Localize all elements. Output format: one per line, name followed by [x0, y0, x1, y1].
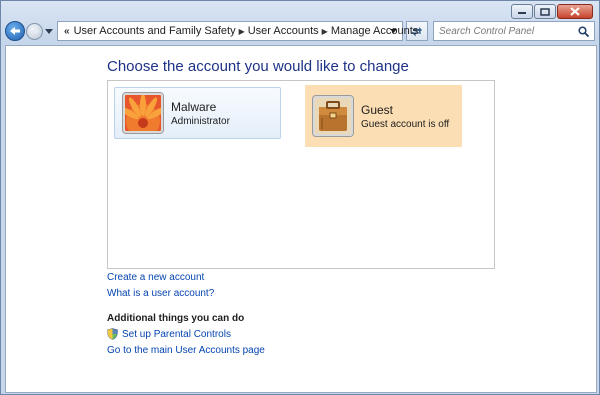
window-frame: « User Accounts and Family Safety ▶ User… [0, 0, 600, 395]
address-dropdown-button[interactable] [384, 22, 402, 40]
parental-controls-row[interactable]: Set up Parental Controls [107, 328, 231, 340]
flower-avatar-icon [125, 95, 161, 131]
caption-buttons [510, 4, 593, 19]
breadcrumb-separator-icon[interactable]: ▶ [322, 27, 328, 36]
breadcrumb-overflow[interactable]: « [64, 26, 70, 37]
main-user-accounts-link[interactable]: Go to the main User Accounts page [107, 345, 265, 356]
avatar [123, 93, 163, 133]
shield-icon [107, 328, 118, 340]
create-account-link[interactable]: Create a new account [107, 272, 204, 283]
recent-pages-button[interactable] [44, 26, 54, 36]
what-is-user-account-link[interactable]: What is a user account? [107, 288, 214, 299]
accounts-panel: Malware Administrator Guest Guest accoun… [107, 80, 495, 269]
back-arrow-icon [10, 27, 20, 35]
maximize-icon [540, 7, 550, 16]
address-bar[interactable]: « User Accounts and Family Safety ▶ User… [57, 21, 418, 41]
account-role: Administrator [171, 115, 230, 127]
search-box[interactable] [433, 21, 595, 41]
account-tile-malware[interactable]: Malware Administrator [114, 87, 281, 139]
parental-controls-link[interactable]: Set up Parental Controls [122, 329, 231, 340]
navigation-bar: « User Accounts and Family Safety ▶ User… [5, 20, 597, 42]
account-tile-guest[interactable]: Guest Guest account is off [305, 85, 462, 147]
maximize-button[interactable] [534, 4, 556, 19]
minimize-button[interactable] [511, 4, 533, 19]
briefcase-avatar-icon [315, 98, 351, 134]
search-icon[interactable] [575, 23, 591, 39]
additional-things-heading: Additional things you can do [107, 313, 245, 324]
chevron-down-icon [389, 29, 397, 33]
forward-button[interactable] [26, 22, 43, 40]
breadcrumb-separator-icon[interactable]: ▶ [239, 27, 245, 36]
page-title: Choose the account you would like to cha… [107, 58, 409, 75]
minimize-icon [518, 11, 526, 14]
close-button[interactable] [557, 4, 593, 19]
account-role: Guest account is off [361, 118, 450, 130]
close-icon [570, 7, 580, 16]
content-pane: Choose the account you would like to cha… [5, 45, 597, 393]
breadcrumb-user-accounts[interactable]: User Accounts [248, 25, 319, 37]
breadcrumb-manage-accounts[interactable]: Manage Accounts [331, 25, 418, 37]
forward-arrow-icon [30, 27, 39, 35]
back-button[interactable] [5, 21, 25, 41]
avatar [313, 96, 353, 136]
breadcrumb-user-accounts-family-safety[interactable]: User Accounts and Family Safety [74, 25, 236, 37]
chevron-down-icon [45, 28, 53, 34]
account-name: Malware [171, 99, 217, 114]
search-input[interactable] [439, 25, 575, 37]
account-name: Guest [361, 102, 394, 117]
